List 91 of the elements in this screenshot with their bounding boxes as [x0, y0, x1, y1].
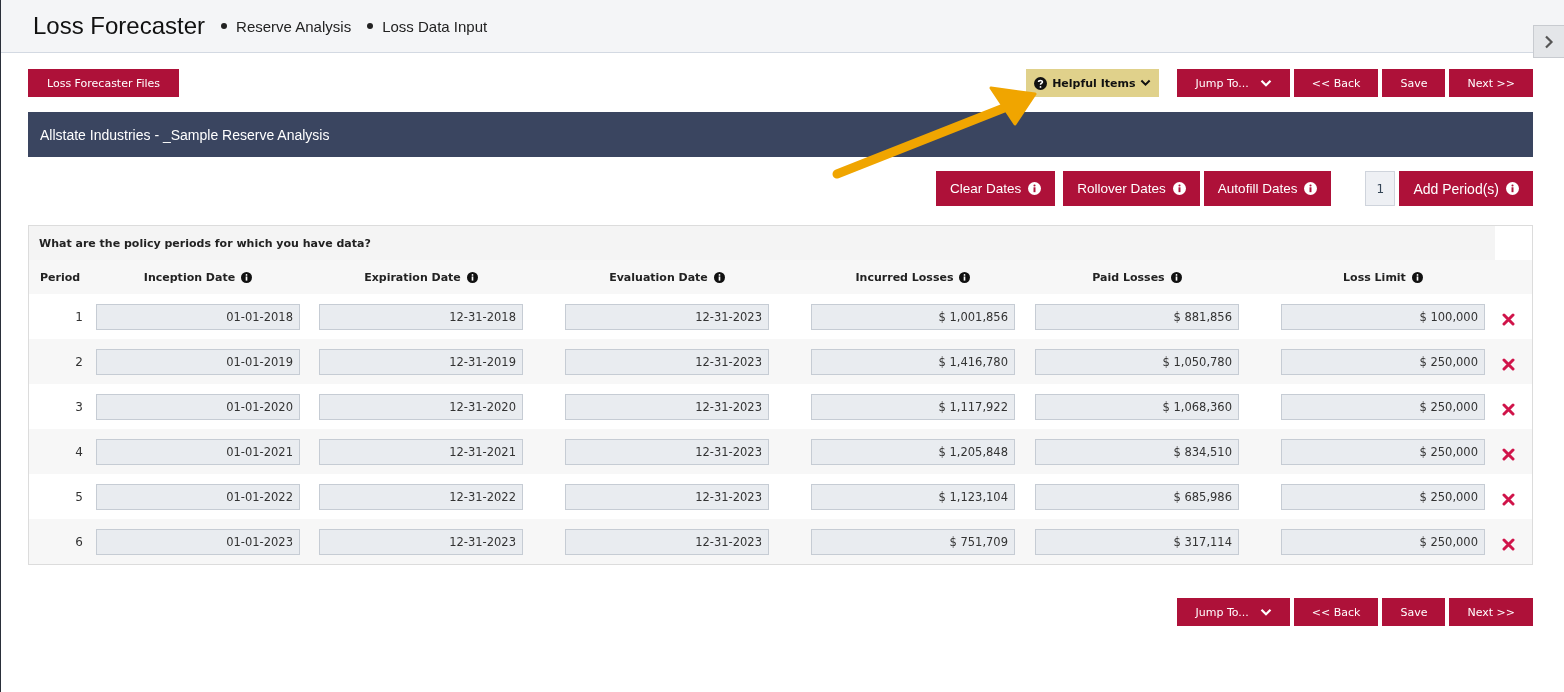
chevron-right-icon [1544, 34, 1554, 49]
table-question: What are the policy periods for which you have data? [29, 226, 1495, 260]
period-number: 2 [74, 354, 84, 369]
nav-button[interactable]: << Back [1293, 69, 1379, 97]
table-input-field[interactable]: $ 250,000 [1281, 438, 1485, 465]
delete-icon[interactable] [1502, 358, 1515, 371]
period-count-field[interactable]: 1 [1365, 171, 1396, 206]
column-header: Period [39, 270, 82, 284]
info-icon[interactable] [1028, 182, 1042, 195]
table-input-field[interactable]: 12-31-2023 [565, 348, 769, 375]
period-number: 6 [74, 534, 84, 549]
table-input-field[interactable]: $ 1,068,360 [1035, 393, 1239, 420]
table-input-field[interactable]: 12-31-2023 [565, 393, 769, 420]
info-icon[interactable] [1411, 271, 1423, 283]
analysis-banner: Allstate Industries - _Sample Reserve Analysis [28, 112, 1533, 157]
add-periods-button[interactable]: Add Period(s) [1399, 171, 1533, 206]
info-icon[interactable] [959, 271, 971, 283]
table-input-field[interactable]: 12-31-2021 [319, 438, 523, 465]
table-input-field[interactable]: $ 317,114 [1035, 528, 1239, 555]
table-input-field[interactable]: $ 250,000 [1281, 528, 1485, 555]
chevron-down-icon [1140, 79, 1152, 87]
nav-button[interactable]: << Back [1293, 598, 1379, 626]
breadcrumb-link[interactable]: Reserve Analysis [221, 17, 352, 35]
table-input-field[interactable]: $ 685,986 [1035, 483, 1239, 510]
table-input-field[interactable]: 01-01-2022 [96, 483, 300, 510]
table-input-field[interactable]: $ 1,205,848 [811, 438, 1015, 465]
table-input-field[interactable]: $ 250,000 [1281, 393, 1485, 420]
table-input-field[interactable]: $ 1,001,856 [811, 303, 1015, 330]
table-input-field[interactable]: 12-31-2023 [319, 528, 523, 555]
jump-to-dropdown[interactable]: Jump To... [1177, 598, 1290, 626]
app-title: Loss Forecaster [33, 12, 206, 40]
breadcrumb-link[interactable]: Loss Data Input [367, 17, 488, 35]
table-input-field[interactable]: 12-31-2023 [565, 528, 769, 555]
table-input-field[interactable]: 01-01-2019 [96, 348, 300, 375]
table-input-field[interactable]: 12-31-2023 [565, 483, 769, 510]
column-header: Paid Losses [1035, 270, 1239, 284]
nav-button[interactable]: Next >> [1449, 598, 1533, 626]
info-icon[interactable] [1506, 182, 1519, 195]
info-icon[interactable] [466, 271, 478, 283]
helpful-items-dropdown[interactable]: Helpful Items [1026, 69, 1160, 97]
column-header: Expiration Date [319, 270, 523, 284]
column-header: Inception Date [96, 270, 300, 284]
expand-panel-button[interactable] [1533, 25, 1564, 58]
table-input-field[interactable]: 12-31-2020 [319, 393, 523, 420]
info-icon[interactable] [241, 271, 253, 283]
table-input-field[interactable]: 12-31-2022 [319, 483, 523, 510]
delete-icon[interactable] [1502, 403, 1515, 416]
table-input-field[interactable]: $ 100,000 [1281, 303, 1485, 330]
table-input-field[interactable]: $ 1,416,780 [811, 348, 1015, 375]
jump-to-dropdown[interactable]: Jump To... [1177, 69, 1290, 97]
table-input-field[interactable]: 12-31-2019 [319, 348, 523, 375]
column-header: Evaluation Date [565, 270, 769, 284]
period-number: 4 [74, 444, 84, 459]
nav-button[interactable]: Save [1382, 69, 1446, 97]
chevron-down-icon [1259, 607, 1272, 617]
table-input-field[interactable]: $ 1,117,922 [811, 393, 1015, 420]
table-input-field[interactable]: 01-01-2020 [96, 393, 300, 420]
date-action-button[interactable]: Autofill Dates [1203, 171, 1332, 206]
date-action-button[interactable]: Clear Dates [936, 171, 1056, 206]
table-input-field[interactable]: $ 250,000 [1281, 348, 1485, 375]
table-input-field[interactable]: 12-31-2018 [319, 303, 523, 330]
table-input-field[interactable]: 01-01-2021 [96, 438, 300, 465]
files-button[interactable]: Loss Forecaster Files [28, 69, 180, 97]
delete-icon[interactable] [1502, 493, 1515, 506]
delete-icon[interactable] [1502, 448, 1515, 461]
nav-button[interactable]: Save [1382, 598, 1446, 626]
chevron-down-icon [1259, 78, 1272, 88]
table-input-field[interactable]: $ 834,510 [1035, 438, 1239, 465]
period-number: 3 [74, 399, 84, 414]
nav-button[interactable]: Next >> [1449, 69, 1533, 97]
period-number: 5 [74, 489, 84, 504]
delete-icon[interactable] [1502, 313, 1515, 326]
info-icon[interactable] [1304, 182, 1318, 195]
help-icon [1034, 76, 1048, 90]
info-icon[interactable] [1170, 271, 1182, 283]
table-input-field[interactable]: $ 751,709 [811, 528, 1015, 555]
table-input-field[interactable]: $ 250,000 [1281, 483, 1485, 510]
table-input-field[interactable]: $ 1,123,104 [811, 483, 1015, 510]
period-number: 1 [74, 309, 84, 324]
date-action-button[interactable]: Rollover Dates [1063, 171, 1200, 206]
table-input-field[interactable]: 01-01-2018 [96, 303, 300, 330]
table-input-field[interactable]: $ 881,856 [1035, 303, 1239, 330]
delete-icon[interactable] [1502, 538, 1515, 551]
info-icon[interactable] [713, 271, 725, 283]
info-icon[interactable] [1172, 182, 1186, 195]
table-input-field[interactable]: 12-31-2023 [565, 438, 769, 465]
table-input-field[interactable]: 01-01-2023 [96, 528, 300, 555]
table-input-field[interactable]: 12-31-2023 [565, 303, 769, 330]
table-input-field[interactable]: $ 1,050,780 [1035, 348, 1239, 375]
column-header: Loss Limit [1281, 270, 1485, 284]
column-header: Incurred Losses [811, 270, 1015, 284]
